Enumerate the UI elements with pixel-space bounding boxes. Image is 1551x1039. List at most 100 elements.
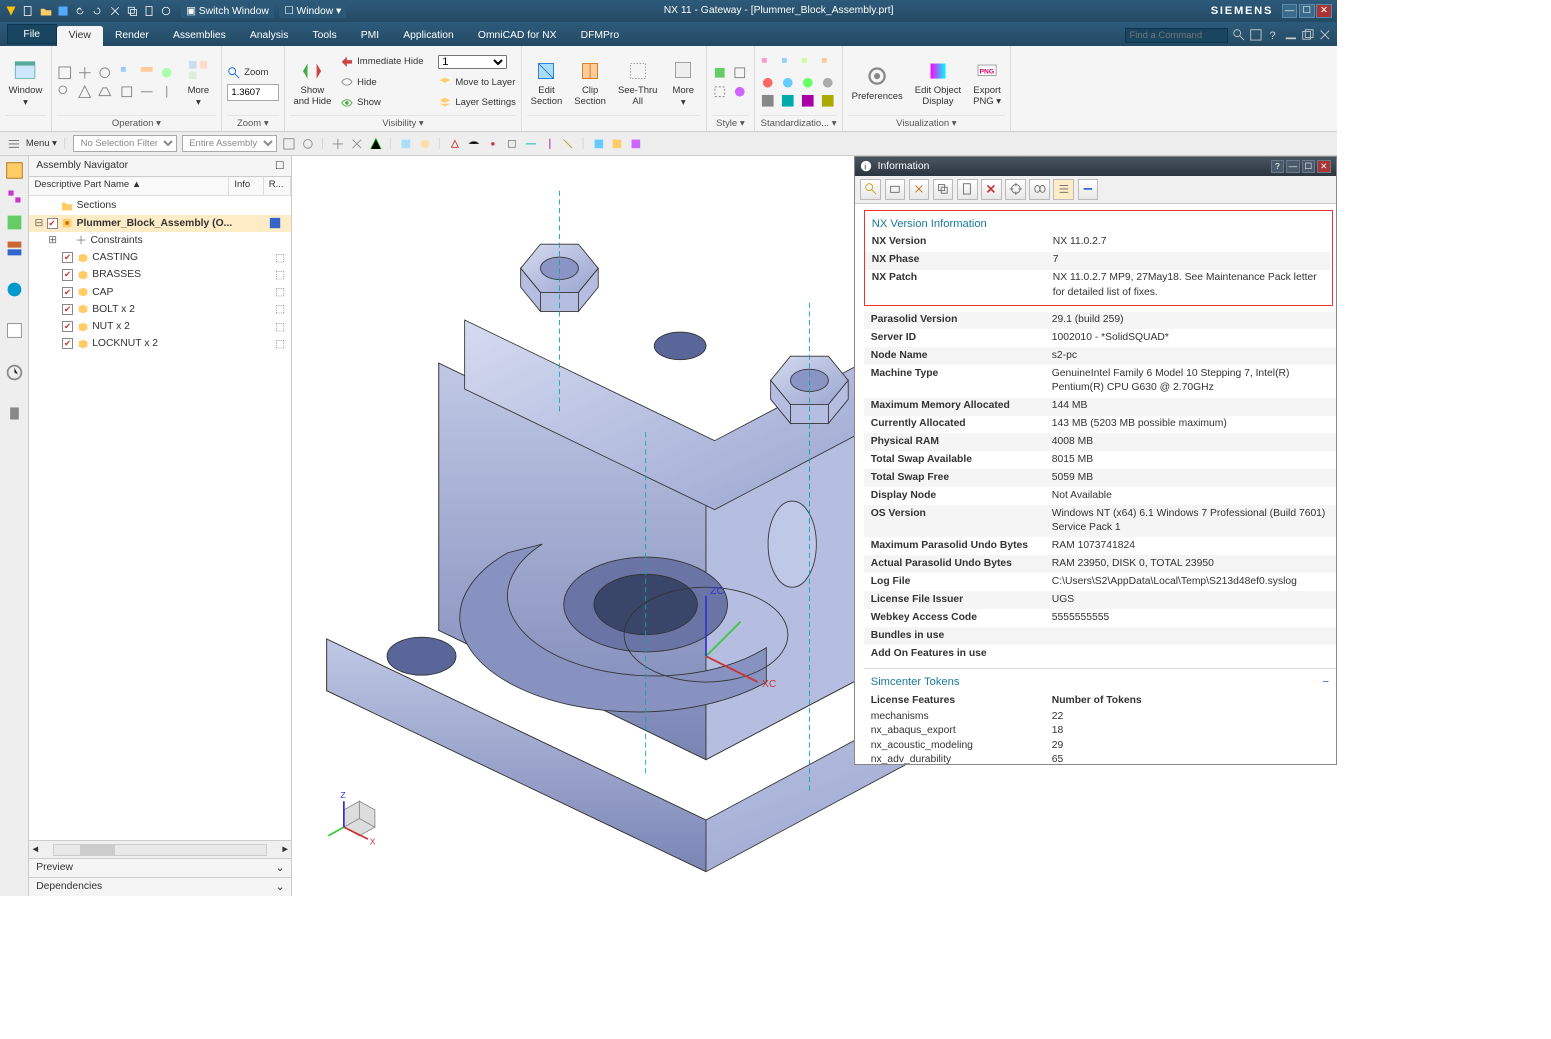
paste-icon[interactable] — [143, 5, 155, 17]
preferences-button[interactable]: Preferences — [848, 61, 906, 104]
snap-h-icon[interactable] — [486, 137, 500, 151]
tree-casting[interactable]: CASTING⬚ — [29, 249, 291, 266]
edit-object-display-button[interactable]: Edit Object Display — [911, 55, 964, 109]
snap-l-icon[interactable] — [561, 137, 575, 151]
info-close-icon[interactable]: ✕ — [1317, 160, 1331, 174]
std-3-icon[interactable] — [800, 56, 816, 72]
zoom-button[interactable]: Zoom — [227, 63, 279, 82]
switch-window-button[interactable]: ▣ Switch Window — [181, 3, 274, 18]
snap-k-icon[interactable] — [543, 137, 557, 151]
tab-assemblies[interactable]: Assemblies — [161, 26, 238, 46]
snap-d-icon[interactable] — [399, 137, 413, 151]
tree-constraints[interactable]: ⊞ Constraints — [29, 232, 291, 249]
visibility-combo[interactable]: 1 — [438, 55, 507, 69]
tab-render[interactable]: Render — [103, 26, 161, 46]
snap-b-icon[interactable] — [350, 137, 364, 151]
find-command-input[interactable] — [1125, 28, 1228, 44]
info-cut-icon[interactable] — [909, 179, 930, 200]
minimize-button[interactable]: — — [1282, 4, 1298, 18]
snap-c-icon[interactable] — [369, 137, 383, 151]
show-button[interactable]: Show — [340, 93, 424, 112]
brasses-check[interactable] — [62, 269, 73, 280]
snap-a-icon[interactable] — [331, 137, 345, 151]
tab-view[interactable]: View — [57, 26, 103, 46]
selection-filter-combo[interactable]: No Selection Filter — [73, 135, 176, 152]
export-png-button[interactable]: PNGExport PNG ▾ — [970, 55, 1005, 109]
open-icon[interactable] — [40, 5, 52, 17]
assembly-tree[interactable]: Sections ⊟ Plummer_Block_Assembly (O... … — [29, 196, 291, 841]
nut-check[interactable] — [62, 321, 73, 332]
edit-section-button[interactable]: Edit Section — [527, 55, 565, 109]
part-nav-tab[interactable] — [5, 213, 24, 232]
op-b-icon[interactable] — [139, 65, 155, 81]
col-name[interactable]: Descriptive Part Name ▲ — [29, 177, 229, 195]
tree-nut[interactable]: NUT x 2⬚ — [29, 318, 291, 335]
col-r[interactable]: R... — [264, 177, 292, 195]
cut-icon[interactable] — [109, 5, 121, 17]
tab-tools[interactable]: Tools — [300, 26, 348, 46]
maximize-button[interactable]: ☐ — [1299, 4, 1315, 18]
minimize-ribbon-icon[interactable] — [1284, 28, 1298, 42]
std-7-icon[interactable] — [800, 75, 816, 91]
snap-g-icon[interactable] — [467, 137, 481, 151]
std-9-icon[interactable] — [760, 93, 776, 109]
std-10-icon[interactable] — [780, 93, 796, 109]
std-1-icon[interactable] — [760, 56, 776, 72]
save-icon[interactable] — [57, 5, 69, 17]
layer-settings-button[interactable]: Layer Settings — [438, 93, 516, 112]
tab-file[interactable]: File — [7, 24, 57, 44]
undo-icon[interactable] — [74, 5, 86, 17]
fit-icon[interactable] — [57, 65, 73, 81]
history-tab[interactable] — [5, 363, 24, 382]
pan-icon[interactable] — [77, 65, 93, 81]
snap-f-icon[interactable] — [448, 137, 462, 151]
style-shaded-icon[interactable] — [712, 65, 728, 81]
info-paste-icon[interactable] — [957, 179, 978, 200]
std-4-icon[interactable] — [820, 56, 836, 72]
tree-bolt[interactable]: BOLT x 2⬚ — [29, 301, 291, 318]
move-to-layer-button[interactable]: Move to Layer — [438, 73, 516, 92]
style-studio-icon[interactable] — [732, 84, 748, 100]
sel-a-icon[interactable] — [282, 137, 296, 151]
info-target-icon[interactable] — [1005, 179, 1026, 200]
tab-pmi[interactable]: PMI — [349, 26, 392, 46]
menu-button[interactable]: Menu ▾ — [26, 138, 57, 149]
graphics-viewport[interactable]: XC ZC X Z i Information ? — ☐ — [292, 156, 1337, 896]
zoom-value-input[interactable] — [227, 84, 279, 101]
info-find-icon[interactable] — [860, 179, 881, 200]
preview-collapser[interactable]: Preview⌄ — [29, 858, 291, 877]
fullscreen-icon[interactable] — [1249, 28, 1263, 42]
selection-scope-combo[interactable]: Entire Assembly — [182, 135, 277, 152]
info-delete-icon[interactable] — [981, 179, 1002, 200]
clip-section-button[interactable]: Clip Section — [571, 55, 609, 109]
info-collapse-icon[interactable] — [1078, 179, 1099, 200]
info-min-icon[interactable]: — — [1286, 160, 1300, 174]
hd3d-tab[interactable] — [5, 280, 24, 299]
cap-check[interactable] — [62, 287, 73, 298]
seethru-button[interactable]: See-Thru All — [615, 55, 661, 109]
tree-locknut[interactable]: LOCKNUT x 2⬚ — [29, 335, 291, 352]
op-a-icon[interactable] — [119, 65, 135, 81]
tab-analysis[interactable]: Analysis — [238, 26, 301, 46]
redo-icon[interactable] — [91, 5, 103, 17]
nav-close-icon[interactable]: ☐ — [275, 160, 284, 172]
rotate-icon[interactable] — [97, 65, 113, 81]
nav-horizontal-scrollbar[interactable]: ◄ ► — [29, 840, 291, 857]
snap-e-icon[interactable] — [418, 137, 432, 151]
window-button[interactable]: Window▾ — [5, 55, 46, 110]
zoom-icon[interactable] — [57, 84, 73, 100]
op-f-icon[interactable] — [159, 84, 175, 100]
style-wire-icon[interactable] — [732, 65, 748, 81]
help-icon[interactable]: ? — [1266, 28, 1280, 42]
dependencies-collapser[interactable]: Dependencies⌄ — [29, 877, 291, 896]
bolt-check[interactable] — [62, 304, 73, 315]
info-list-icon[interactable] — [1053, 179, 1074, 200]
op-e-icon[interactable] — [139, 84, 155, 100]
tree-cap[interactable]: CAP⬚ — [29, 284, 291, 301]
std-12-icon[interactable] — [820, 93, 836, 109]
std-2-icon[interactable] — [780, 56, 796, 72]
tree-brasses[interactable]: BRASSES⬚ — [29, 266, 291, 283]
hide-button[interactable]: Hide — [340, 73, 424, 92]
tab-dfmpro[interactable]: DFMPro — [569, 26, 632, 46]
sel-b-icon[interactable] — [301, 137, 315, 151]
